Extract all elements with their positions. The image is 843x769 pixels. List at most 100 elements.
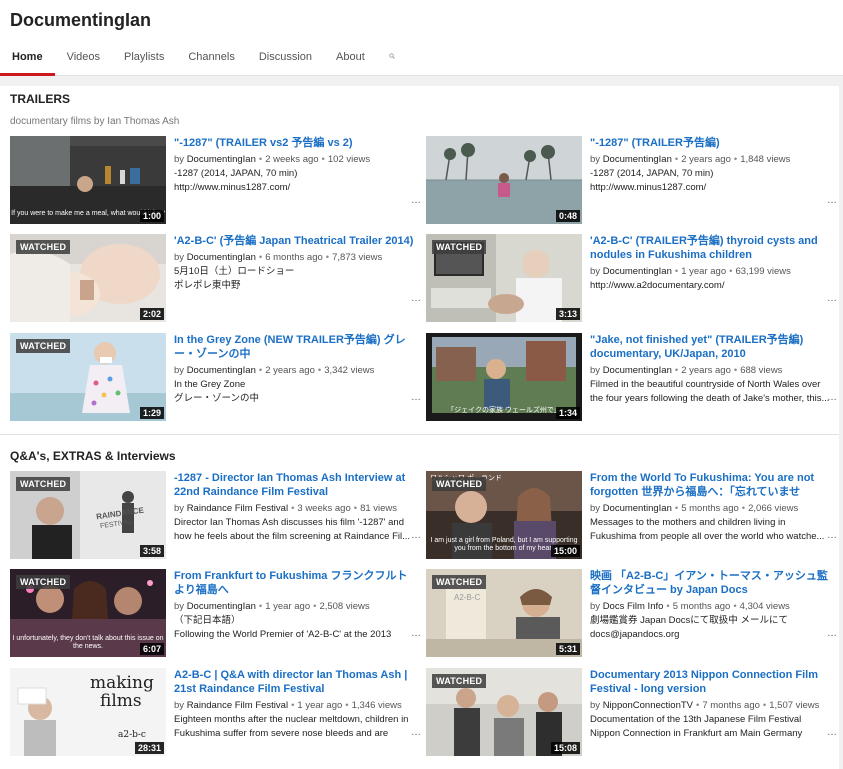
video-uploader[interactable]: Raindance Film Festival (187, 700, 288, 711)
section-divider (0, 434, 839, 435)
video-title[interactable]: Documentary 2013 Nippon Connection Film … (590, 668, 830, 696)
video-thumbnail[interactable]: making films a2-b-c 28:31 (10, 668, 166, 756)
video-uploader[interactable]: DocumentingIan (187, 252, 256, 263)
more-actions-icon[interactable]: … (411, 293, 422, 304)
video-item[interactable]: ワルシャワ ポーランド I am just a girl from Poland… (426, 471, 838, 561)
video-thumbnail[interactable]: WATCHED 2:02 (10, 234, 166, 322)
video-description-line: -1287 (2014, JAPAN, 70 min) (590, 168, 714, 179)
video-title[interactable]: "-1287" (TRAILER vs2 予告編 vs 2) (174, 136, 414, 150)
video-views: 2,508 views (319, 601, 370, 612)
more-actions-icon[interactable]: … (411, 727, 422, 738)
video-title[interactable]: 映画 「A2-B-C」イアン・トーマス・アッシュ監督インタビュー by Japa… (590, 569, 830, 597)
video-thumbnail[interactable]: If you were to make me a meal, what woul… (10, 136, 166, 224)
video-uploader[interactable]: DocumentingIan (603, 365, 672, 376)
more-actions-icon[interactable]: … (827, 293, 838, 304)
more-actions-icon[interactable]: … (411, 530, 422, 541)
video-info: A2-B-C | Q&A with director Ian Thomas As… (174, 668, 414, 741)
video-description-line: Director Ian Thomas Ash discusses his fi… (174, 517, 404, 528)
video-title[interactable]: In the Grey Zone (NEW TRAILER予告編) グレー・ゾー… (174, 333, 414, 361)
tab-about[interactable]: About (324, 46, 377, 76)
video-item[interactable]: 0:48 "-1287" (TRAILER予告編) by Documenting… (426, 136, 838, 226)
more-actions-icon[interactable]: … (411, 392, 422, 403)
video-title[interactable]: 'A2-B-C' (予告編 Japan Theatrical Trailer 2… (174, 234, 414, 248)
more-actions-icon[interactable]: … (827, 392, 838, 403)
watched-badge: WATCHED (16, 339, 71, 353)
video-meta: by DocumentingIan • 2 weeks ago • 102 views (174, 154, 371, 165)
tab-discussion[interactable]: Discussion (247, 46, 324, 76)
video-thumbnail[interactable]: A2-B-C WATCHED 5:31 (426, 569, 582, 657)
video-meta: by DocumentingIan • 2 years ago • 1,848 view… (590, 154, 791, 165)
video-title[interactable]: A2-B-C | Q&A with director Ian Thomas As… (174, 668, 414, 696)
section-title-trailers[interactable]: TRAILERS (10, 92, 70, 106)
video-thumbnail[interactable]: WATCHED 15:08 (426, 668, 582, 756)
video-thumbnail[interactable]: WATCHED 1:29 (10, 333, 166, 421)
video-title[interactable]: From the World To Fukushima: You are not… (590, 471, 830, 499)
video-age: 5 months ago (681, 503, 739, 514)
more-actions-icon[interactable]: … (827, 628, 838, 639)
video-title[interactable]: -1287 - Director Ian Thomas Ash Intervie… (174, 471, 414, 499)
video-description-line: 劇場鑑賞券 Japan Docsにて取扱中 メールにて (590, 615, 788, 626)
video-uploader[interactable]: DocumentingIan (603, 503, 672, 514)
video-uploader[interactable]: DocumentingIan (603, 154, 672, 165)
video-uploader[interactable]: Docs Film Info (603, 601, 664, 612)
video-item[interactable]: WATCHED 2:02 'A2-B-C' (予告編 Japan Theatri… (10, 234, 422, 324)
video-duration: 6:07 (139, 643, 164, 655)
video-duration: 1:29 (139, 407, 164, 419)
video-thumbnail[interactable]: 0:48 (426, 136, 582, 224)
section-title-qa-extras[interactable]: Q&A's, EXTRAS & Interviews (10, 449, 176, 463)
video-thumbnail[interactable]: 「ジェイクの家族 ウェールズ州で」 1:34 (426, 333, 582, 421)
more-actions-icon[interactable]: … (411, 195, 422, 206)
video-meta: by DocumentingIan • 1 year ago • 63,199 view… (590, 266, 791, 277)
video-age: 6 months ago (265, 252, 323, 263)
video-meta: by Docs Film Info • 5 months ago • 4,304 vie… (590, 601, 790, 612)
tab-channels[interactable]: Channels (176, 46, 246, 76)
video-item[interactable]: WATCHED 3:13 'A2-B-C' (TRAILER予告編) thyro… (426, 234, 838, 324)
video-title[interactable]: "-1287" (TRAILER予告編) (590, 136, 830, 150)
more-actions-icon[interactable]: … (411, 628, 422, 639)
tab-playlists[interactable]: Playlists (112, 46, 176, 76)
video-description-line: -1287 (2014, JAPAN, 70 min) (174, 168, 298, 179)
video-title[interactable]: "Jake, not finished yet" (TRAILER予告編) do… (590, 333, 830, 361)
video-uploader[interactable]: NipponConnectionTV (603, 700, 693, 711)
more-actions-icon[interactable]: … (827, 195, 838, 206)
video-duration: 15:08 (550, 742, 580, 754)
video-uploader[interactable]: DocumentingIan (187, 365, 256, 376)
video-meta: by DocumentingIan • 1 year ago • 2,508 views (174, 601, 370, 612)
channel-title[interactable]: DocumentingIan (10, 10, 151, 31)
video-duration: 28:31 (134, 742, 164, 754)
video-uploader[interactable]: DocumentingIan (603, 266, 672, 277)
video-thumbnail[interactable]: I unfortunately, they don't talk about t… (10, 569, 166, 657)
video-description-line: Messages to the mothers and children liv… (590, 517, 786, 528)
video-item[interactable]: If you were to make me a meal, what woul… (10, 136, 422, 226)
video-item[interactable]: making films a2-b-c 28:31 A2-B-C | Q&A w… (10, 668, 422, 758)
video-item[interactable]: 「ジェイクの家族 ウェールズ州で」 1:34 "Jake, not finish… (426, 333, 838, 423)
video-views: 1,507 views (769, 700, 820, 711)
video-duration: 2:02 (139, 308, 164, 320)
video-views: 102 views (327, 154, 371, 165)
video-description-line: Fukushima from people all over the world… (590, 531, 825, 542)
video-title[interactable]: From Frankfurt to Fukushima フランクフルトより福島へ (174, 569, 414, 597)
video-uploader[interactable]: Raindance Film Festival (187, 503, 288, 514)
search-icon (389, 53, 395, 59)
video-age: 1 year ago (265, 601, 311, 612)
films-text: films (100, 691, 142, 711)
video-uploader[interactable]: DocumentingIan (187, 154, 256, 165)
video-info: "Jake, not finished yet" (TRAILER予告編) do… (590, 333, 830, 406)
video-thumbnail[interactable]: RAINDANCE FESTIVAL WATCHED 3:58 (10, 471, 166, 559)
tab-home[interactable]: Home (0, 46, 55, 76)
more-actions-icon[interactable]: … (827, 530, 838, 541)
video-item[interactable]: RAINDANCE FESTIVAL WATCHED 3:58 -1287 - … (10, 471, 422, 561)
video-item[interactable]: I unfortunately, they don't talk about t… (10, 569, 422, 659)
video-item[interactable]: A2-B-C WATCHED 5:31 映画 「A2-B-C」イアン・トーマス・… (426, 569, 838, 659)
video-uploader[interactable]: DocumentingIan (187, 601, 256, 612)
video-title[interactable]: 'A2-B-C' (TRAILER予告編) thyroid cysts and … (590, 234, 830, 262)
video-item[interactable]: WATCHED 1:29 In the Grey Zone (NEW TRAIL… (10, 333, 422, 423)
a2bc-sign-text: A2-B-C (454, 593, 481, 602)
video-item[interactable]: WATCHED 15:08 Documentary 2013 Nippon Co… (426, 668, 838, 758)
search-button[interactable] (377, 46, 407, 76)
tab-videos[interactable]: Videos (55, 46, 112, 76)
right-gutter (839, 86, 843, 769)
video-thumbnail[interactable]: ワルシャワ ポーランド I am just a girl from Poland… (426, 471, 582, 559)
more-actions-icon[interactable]: … (827, 727, 838, 738)
video-thumbnail[interactable]: WATCHED 3:13 (426, 234, 582, 322)
